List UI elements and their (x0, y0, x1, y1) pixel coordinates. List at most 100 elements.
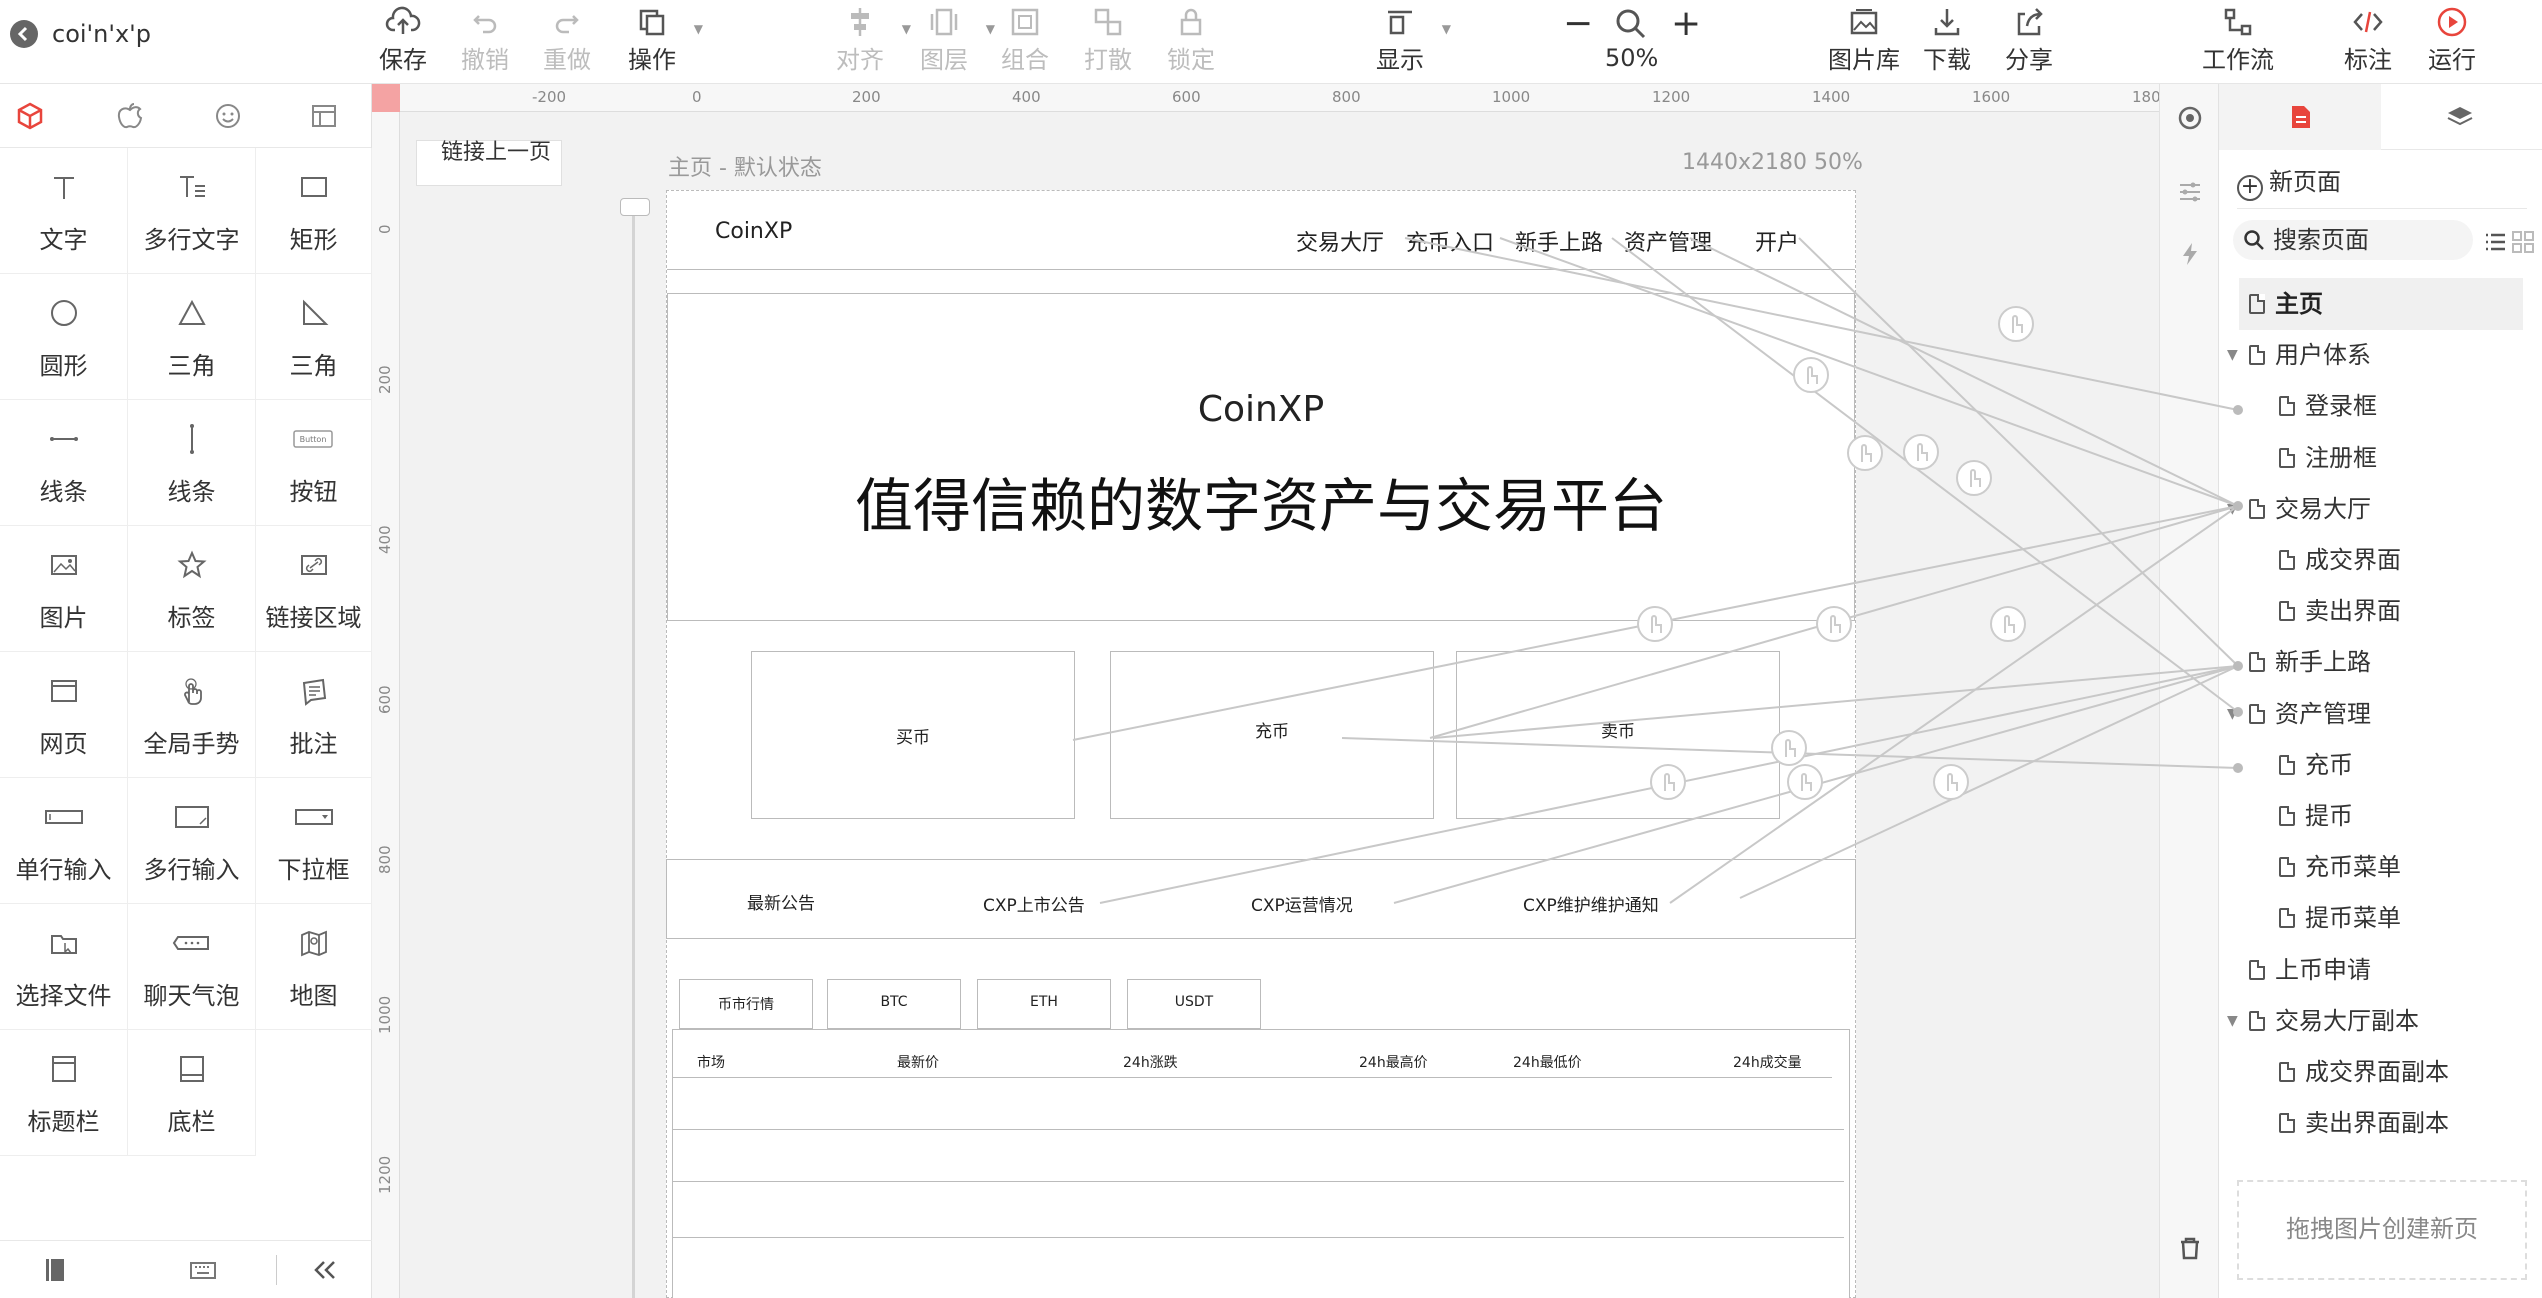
scroll-guide-handle[interactable] (620, 198, 650, 216)
link-previous-page-button[interactable]: 链接上一页 (416, 140, 562, 186)
ruler-label: 1200 (376, 1155, 394, 1194)
trash-icon[interactable] (2176, 1234, 2204, 1262)
lock-button[interactable]: 锁定 (1146, 4, 1236, 78)
annotate-button[interactable]: 标注 (2323, 4, 2413, 78)
widget-multi-input[interactable]: 多行输入 (128, 778, 256, 904)
widget-right-triangle[interactable]: 三角 (256, 274, 372, 400)
page-tree-item[interactable]: 成交界面 (2219, 534, 2523, 586)
widget-vertical-line[interactable]: 线条 (128, 400, 256, 526)
new-page-button[interactable]: + 新页面 (2237, 162, 2341, 201)
page-tree-item[interactable]: 提币菜单 (2219, 892, 2523, 944)
apple-icon[interactable] (112, 98, 148, 134)
chevron-down-icon[interactable]: ▼ (2227, 483, 2238, 535)
mock-nav-trade-hall[interactable]: 交易大厅 (1296, 225, 1384, 257)
grid-view-icon[interactable] (2511, 230, 2535, 254)
widget-image[interactable]: 图片 (0, 526, 128, 652)
zoom-in-button[interactable]: + (1671, 6, 1701, 42)
page-tree-item[interactable]: 成交界面副本 (2219, 1046, 2523, 1098)
layout-template-icon[interactable] (306, 98, 342, 134)
chevron-down-icon[interactable]: ▼ (2227, 995, 2238, 1047)
widget-triangle[interactable]: 三角 (128, 274, 256, 400)
chevron-down-icon[interactable]: ▼ (2227, 329, 2238, 381)
page-tree-item[interactable]: 注册框 (2219, 432, 2523, 484)
layer-button[interactable]: 图层 ▼ (899, 4, 995, 78)
page-search-input[interactable]: 搜索页面 (2233, 220, 2473, 260)
page-tree-item[interactable]: 卖出界面副本 (2219, 1097, 2523, 1149)
run-button[interactable]: 运行 (2407, 4, 2497, 78)
cube-icon[interactable] (12, 98, 48, 134)
mock-notice-1[interactable]: CXP上市公告 (983, 891, 1085, 916)
canvas-area[interactable]: -200 0 200 400 600 800 1000 1200 1400 16… (372, 84, 2159, 1298)
operate-button[interactable]: 操作 ▼ (607, 4, 703, 78)
magnifier-icon[interactable] (1613, 6, 1649, 42)
widget-webpage[interactable]: 网页 (0, 652, 128, 778)
page-tree-item[interactable]: ▼ 用户体系 (2219, 329, 2523, 381)
mock-nav-deposit[interactable]: 充币入口 (1406, 225, 1494, 257)
widget-bottom-bar[interactable]: 底栏 (128, 1030, 256, 1156)
target-icon[interactable] (2176, 104, 2204, 132)
mock-logo[interactable]: CoinXP (715, 219, 792, 244)
mock-notice-3[interactable]: CXP维护维护通知 (1523, 891, 1659, 916)
page-tree-item[interactable]: 新手上路 (2219, 636, 2523, 688)
group-button[interactable]: 组合 (980, 4, 1070, 78)
back-button[interactable] (10, 20, 38, 48)
book-icon[interactable] (40, 1255, 70, 1285)
widget-button[interactable]: Button 按钮 (256, 400, 372, 526)
mock-nav-assets[interactable]: 资产管理 (1624, 225, 1712, 257)
redo-button[interactable]: 重做 (522, 4, 612, 78)
page-tree-item[interactable]: 上币申请 (2219, 944, 2523, 996)
page-tree-item[interactable]: 充币菜单 (2219, 841, 2523, 893)
gallery-button[interactable]: 图片库 (1819, 4, 1909, 78)
list-view-icon[interactable] (2483, 230, 2507, 254)
mock-notice-2[interactable]: CXP运营情况 (1251, 891, 1353, 916)
image-drop-zone[interactable]: 拖拽图片创建新页 (2237, 1180, 2527, 1280)
align-button[interactable]: 对齐 ▼ (815, 4, 911, 78)
mock-hero[interactable] (667, 293, 1855, 621)
widget-note[interactable]: 批注 (256, 652, 372, 778)
widget-chat-bubble[interactable]: 聊天气泡 (128, 904, 256, 1030)
page-tree-item[interactable]: 充币 (2219, 739, 2523, 791)
tab-pages[interactable] (2219, 84, 2381, 150)
widget-link-area[interactable]: 链接区域 (256, 526, 372, 652)
widget-dropdown[interactable]: 下拉框 (256, 778, 372, 904)
mock-nav-beginner[interactable]: 新手上路 (1515, 225, 1603, 257)
page-tree-item[interactable]: ▼ 交易大厅 (2219, 483, 2523, 535)
collapse-left-icon[interactable] (310, 1255, 340, 1285)
page-tree-item[interactable]: 提币 (2219, 790, 2523, 842)
emoji-icon[interactable] (210, 98, 246, 134)
ruler-label: 0 (692, 88, 702, 106)
workflow-button[interactable]: 工作流 (2193, 4, 2283, 78)
zoom-out-button[interactable]: − (1563, 6, 1593, 42)
widget-title-bar[interactable]: 标题栏 (0, 1030, 128, 1156)
widget-tag[interactable]: 标签 (128, 526, 256, 652)
widget-single-input[interactable]: 单行输入 (0, 778, 128, 904)
project-name[interactable]: coi'n'x'p (52, 20, 151, 48)
artboard[interactable]: CoinXP 交易大厅 充币入口 新手上路 资产管理 开户 CoinXP 值得信… (666, 190, 1856, 1298)
page-tree-item[interactable]: 卖出界面 (2219, 585, 2523, 637)
widget-rectangle[interactable]: 矩形 (256, 148, 372, 274)
button-icon: Button (293, 430, 333, 448)
mock-nav-open-account[interactable]: 开户 (1755, 225, 1799, 257)
page-tree-item[interactable]: 登录框 (2219, 380, 2523, 432)
widget-horizontal-line[interactable]: 线条 (0, 400, 128, 526)
save-button[interactable]: 保存 (358, 4, 448, 78)
widget-text[interactable]: 文字 (0, 148, 128, 274)
undo-button[interactable]: 撤销 (440, 4, 530, 78)
sliders-icon[interactable] (2176, 178, 2204, 206)
download-button[interactable]: 下载 (1902, 4, 1992, 78)
keyboard-icon[interactable] (188, 1255, 218, 1285)
lightning-icon[interactable] (2176, 240, 2204, 268)
widget-file-select[interactable]: 选择文件 (0, 904, 128, 1030)
widget-multiline-text[interactable]: 多行文字 (128, 148, 256, 274)
ungroup-button[interactable]: 打散 (1063, 4, 1153, 78)
page-tree-item[interactable]: 主页 (2239, 278, 2523, 330)
share-button[interactable]: 分享 (1984, 4, 2074, 78)
display-button[interactable]: 显示 ▼ (1355, 4, 1451, 78)
widget-global-gesture[interactable]: 全局手势 (128, 652, 256, 778)
layers-icon[interactable] (2445, 102, 2475, 132)
widget-map[interactable]: 地图 (256, 904, 372, 1030)
chevron-down-icon[interactable]: ▼ (2227, 688, 2238, 740)
page-tree-item[interactable]: ▼ 资产管理 (2219, 688, 2523, 740)
widget-circle[interactable]: 圆形 (0, 274, 128, 400)
page-tree-item[interactable]: ▼ 交易大厅副本 (2219, 995, 2523, 1047)
